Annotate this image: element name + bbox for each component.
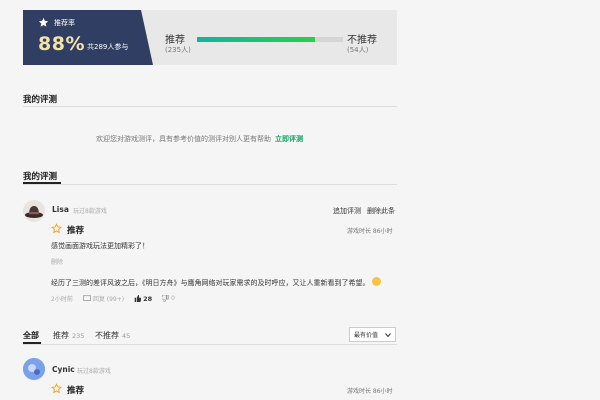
star-icon xyxy=(38,17,49,27)
participant-count: 共289人参与 xyxy=(87,43,129,51)
hat-avatar-icon xyxy=(25,206,43,218)
not-recommend-count: (54人) xyxy=(347,46,369,54)
avatar[interactable] xyxy=(23,358,45,380)
divider xyxy=(23,344,397,345)
review-username[interactable]: Lisa xyxy=(52,205,69,214)
recommend-label: 推荐 xyxy=(165,35,185,46)
review-user-subtitle: 玩过8款游戏 xyxy=(73,208,107,215)
review-invite: 欢迎您对游戏测评，具有参考价值的测评对别人更有帮助 立即评测 xyxy=(96,134,303,144)
review-verdict: 推荐 xyxy=(67,386,85,396)
divider xyxy=(23,106,397,107)
divider xyxy=(23,184,397,185)
review-meta: 2小时前 回复 (99+) 28 0 xyxy=(51,294,185,304)
add-review-button[interactable]: 追加评测 xyxy=(333,207,361,215)
recommend-rate-panel: 推荐率 88% 共289人参与 推荐 (235人) 不推荐 (54人) xyxy=(23,10,397,65)
character-avatar-icon xyxy=(23,358,45,380)
delete-review-button[interactable]: 删除此条 xyxy=(367,207,395,215)
recommend-progress-bar xyxy=(197,37,343,42)
invite-text: 欢迎您对游戏测评，具有参考价值的测评对别人更有帮助 xyxy=(96,135,271,143)
avatar[interactable] xyxy=(23,200,45,222)
review-now-link[interactable]: 立即评测 xyxy=(275,135,303,143)
comment-icon xyxy=(82,295,91,301)
sort-select-value: 最有价值 xyxy=(354,332,379,339)
sort-select[interactable]: 最有价值 xyxy=(349,327,396,342)
like-count: 28 xyxy=(143,294,153,303)
review-actions: 追加评测 删除此条 xyxy=(327,206,395,216)
not-recommend-label: 不推荐 xyxy=(347,35,377,46)
star-outline-icon xyxy=(51,383,62,394)
reply-count: 回复 (99+) xyxy=(92,296,125,303)
tab-all[interactable]: 全部 xyxy=(23,330,39,341)
recommend-progress-fill xyxy=(197,37,316,42)
tab-not-recommend[interactable]: 不推荐 45 xyxy=(95,330,130,341)
review-text-line: 感觉画面游戏玩法更加精彩了！ xyxy=(51,242,149,250)
review-time: 2小时前 xyxy=(51,296,73,303)
review-username[interactable]: Cynic xyxy=(52,365,75,374)
section-title-my-reviews: 我的评测 xyxy=(23,172,58,182)
recommend-rate-label: 推荐率 xyxy=(54,19,75,27)
recommend-rate-percent: 88% xyxy=(38,33,85,55)
tab-recommend[interactable]: 推荐 235 xyxy=(53,330,84,341)
smile-emoji-icon xyxy=(371,277,381,286)
dislike-button[interactable]: 0 xyxy=(162,295,175,302)
review-user-subtitle: 玩过8款游戏 xyxy=(77,368,111,375)
review-text-paragraph: 经历了三测的差评风波之后，《明日方舟》与鹰角网络对玩家需求的及时呼应，又让人重新… xyxy=(51,277,381,288)
thumbs-up-icon xyxy=(134,295,142,302)
section-title-my-review: 我的评测 xyxy=(23,95,58,105)
review-playtime: 游戏时长 86小时 xyxy=(347,388,393,395)
recommend-rate-badge: 推荐率 88% 共289人参与 xyxy=(23,10,153,65)
thumbs-down-icon xyxy=(162,295,169,302)
review-tag: 删除 xyxy=(51,259,64,266)
star-outline-icon xyxy=(51,223,62,234)
chevron-down-icon xyxy=(385,332,391,337)
review-verdict: 推荐 xyxy=(67,226,85,236)
like-button[interactable]: 28 xyxy=(134,295,152,303)
dislike-count: 0 xyxy=(171,295,175,302)
recommend-count: (235人) xyxy=(165,46,191,54)
reply-button[interactable]: 回复 (99+) xyxy=(82,294,125,303)
review-playtime: 游戏时长 86小时 xyxy=(347,228,393,235)
